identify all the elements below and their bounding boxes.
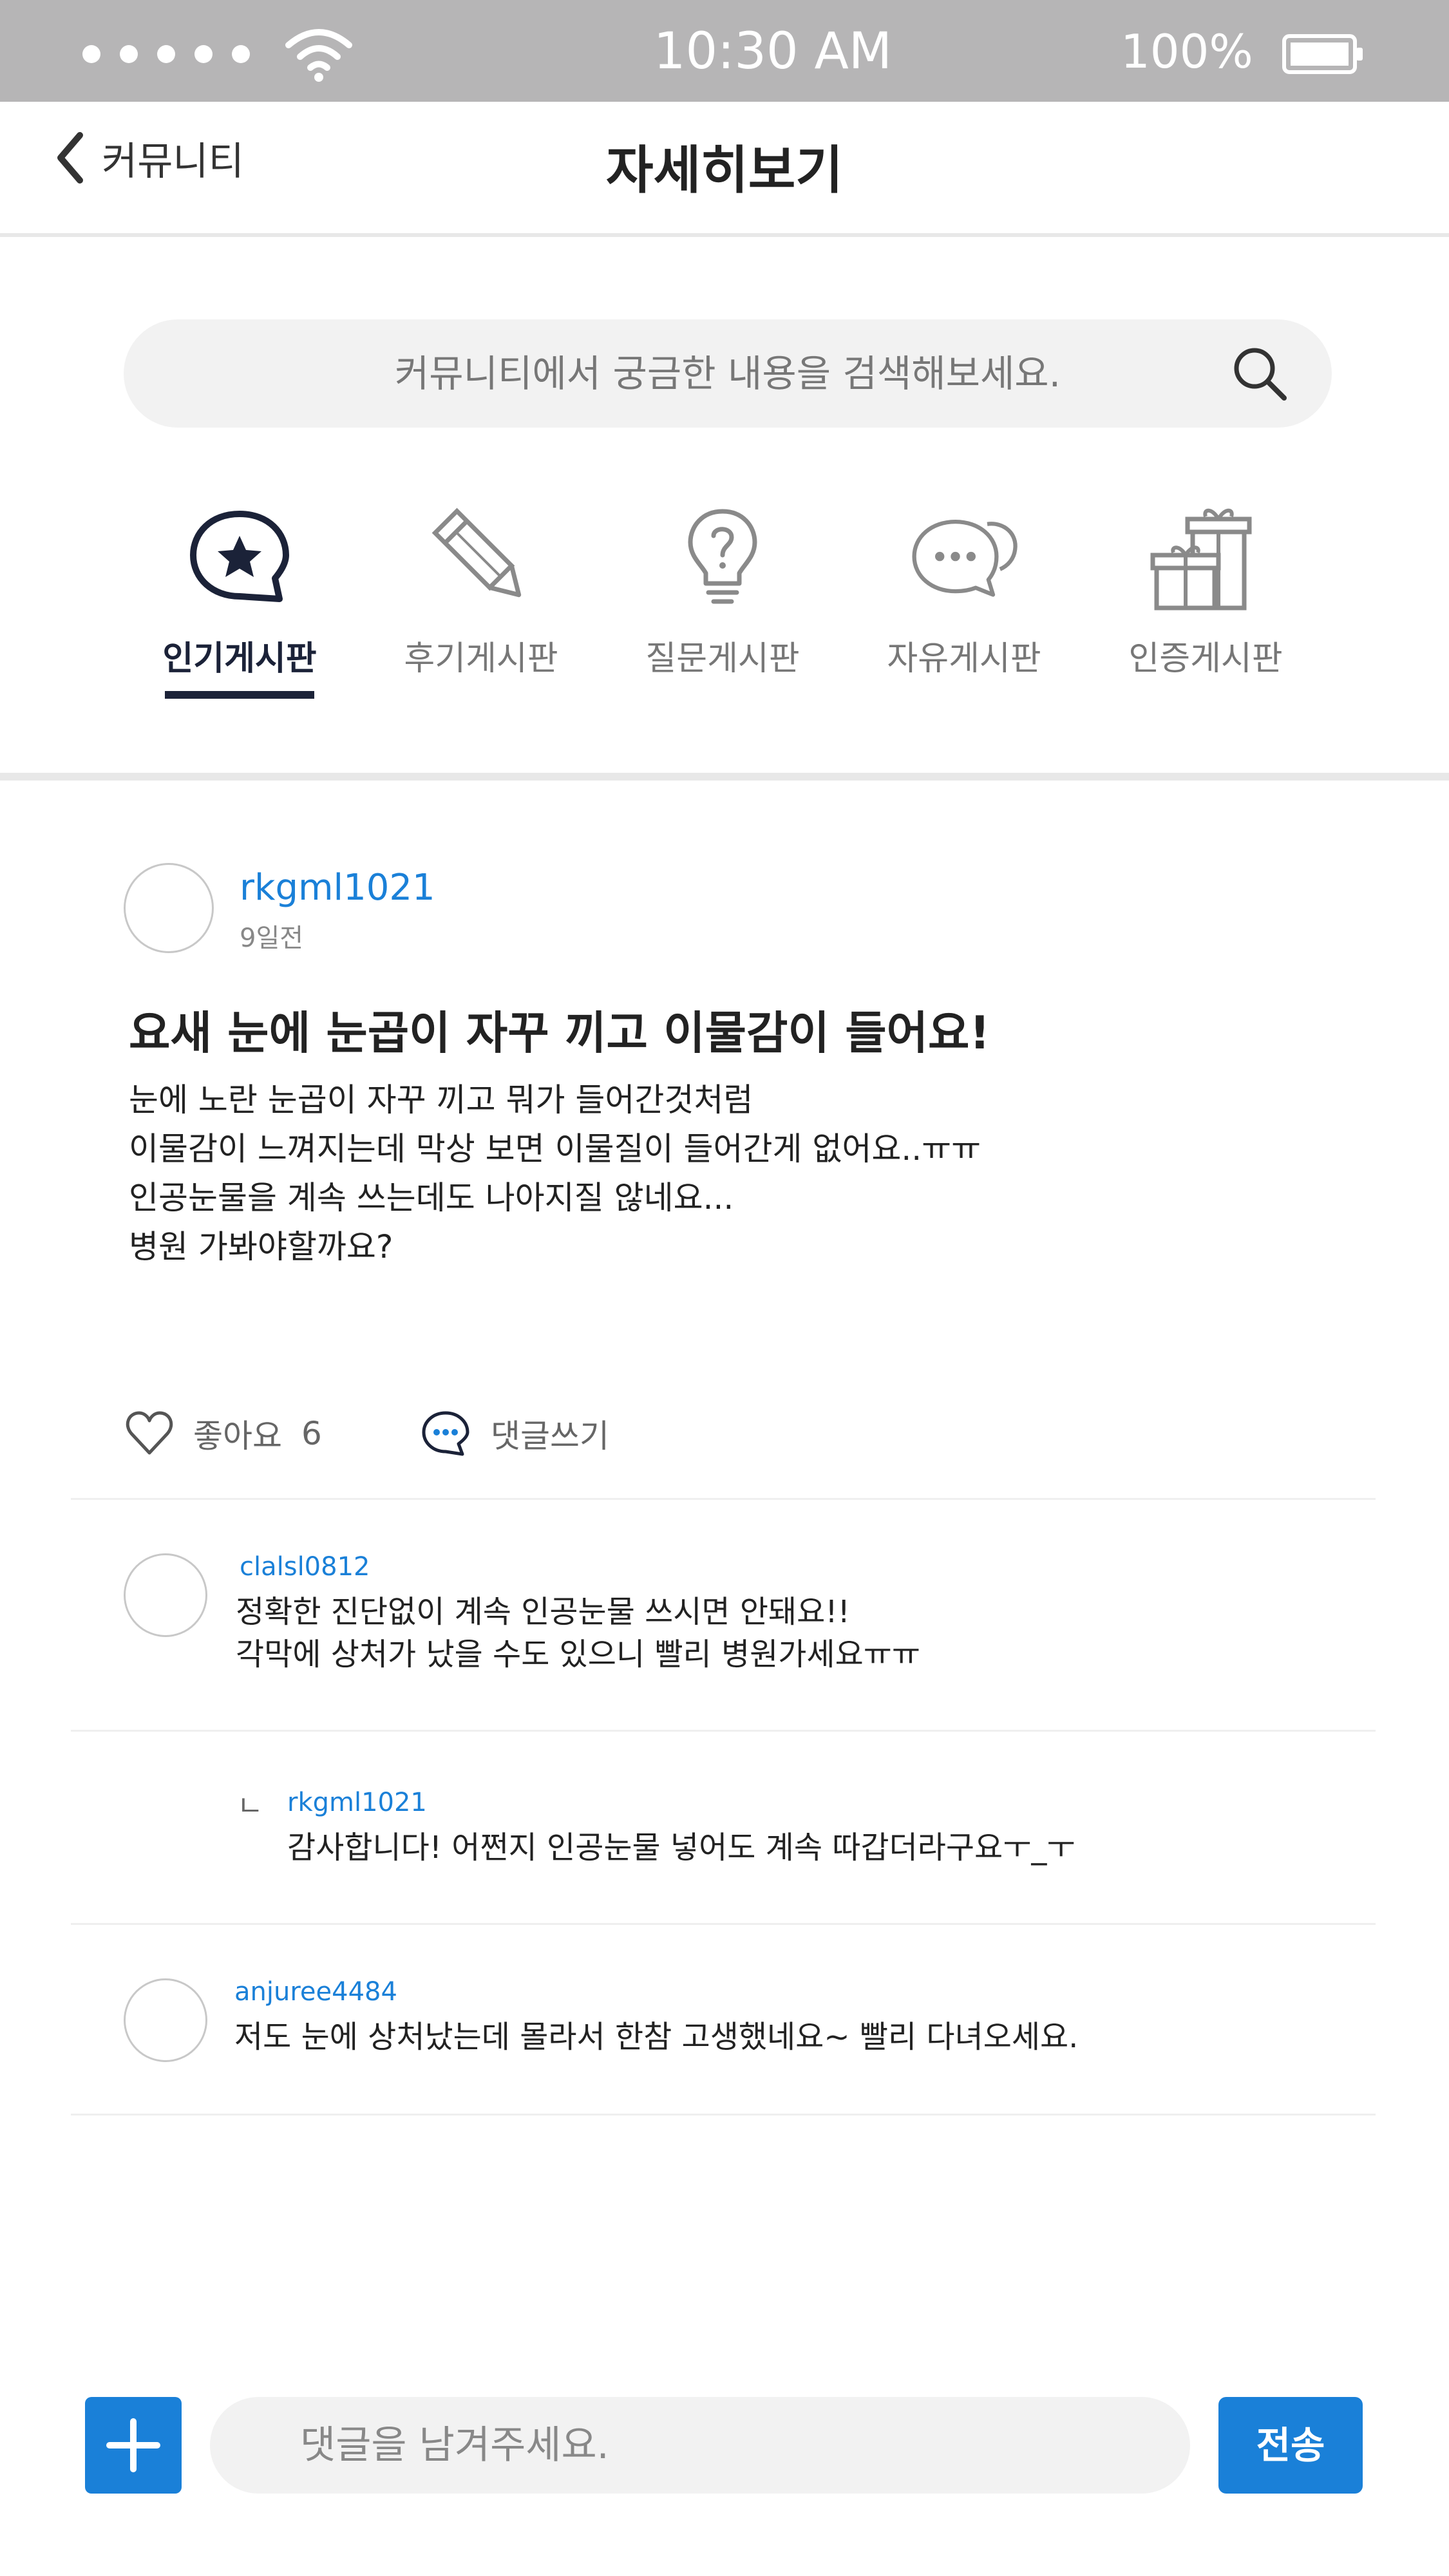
- page-title: 자세히보기: [606, 140, 843, 200]
- lightbulb-question-icon: [688, 509, 757, 604]
- comment-line: 각막에 상처가 났을 수도 있으니 빨리 병원가세요ㅠㅠ: [236, 1636, 921, 1672]
- search-icon[interactable]: [1227, 341, 1292, 406]
- avatar[interactable]: [124, 1978, 207, 2062]
- write-comment-button[interactable]: 댓글쓰기: [420, 1408, 609, 1459]
- search-input[interactable]: 커뮤니티에서 궁금한 내용을 검색해보세요.: [124, 319, 1332, 428]
- post-body-line: 눈에 노란 눈곱이 자꾸 끼고 뭐가 들어간것처럼: [129, 1081, 753, 1119]
- header-divider: [0, 233, 1449, 237]
- tab-label: 자유게시판: [887, 639, 1041, 678]
- avatar[interactable]: [124, 1553, 207, 1637]
- divider: [71, 1730, 1376, 1732]
- gift-icon: [1150, 508, 1252, 611]
- post-body-line: 인공눈물을 계속 쓰는데도 나아지질 않네요...: [129, 1179, 734, 1217]
- add-attachment-button[interactable]: [85, 2397, 182, 2494]
- signal-dots-icon: [82, 45, 250, 63]
- comment-bubble-icon: [422, 1411, 469, 1456]
- comment-text: 정확한 진단없이 계속 인공눈물 쓰시면 안돼요!! 각막에 상처가 났을 수도…: [236, 1591, 920, 1676]
- chat-bubbles-icon: [912, 519, 1018, 597]
- back-button[interactable]: 커뮤니티: [52, 129, 244, 187]
- avatar[interactable]: [124, 863, 214, 953]
- tab-review-board[interactable]: 후기게시판: [384, 502, 578, 708]
- comment-line: 정확한 진단없이 계속 인공눈물 쓰시면 안돼요!!: [236, 1594, 850, 1630]
- pencil-icon: [431, 507, 522, 598]
- tab-label: 인증게시판: [1128, 639, 1283, 678]
- post-body: 눈에 노란 눈곱이 자꾸 끼고 뭐가 들어간것처럼 이물감이 느껴지는데 막상 …: [129, 1075, 981, 1271]
- back-label: 커뮤니티: [102, 138, 244, 184]
- tab-label: 인기게시판: [162, 639, 317, 678]
- post-body-line: 병원 가봐야할까요?: [129, 1228, 393, 1265]
- tab-free-board[interactable]: 자유게시판: [867, 502, 1061, 708]
- active-tab-indicator: [165, 691, 314, 699]
- wifi-icon: [285, 29, 352, 82]
- post-title: 요새 눈에 눈곱이 자꾸 끼고 이물감이 들어요!: [129, 1007, 990, 1059]
- send-button[interactable]: 전송: [1218, 2397, 1363, 2494]
- battery-icon: [1282, 34, 1363, 74]
- battery-percent: 100%: [1121, 24, 1253, 79]
- like-count: 6: [301, 1415, 322, 1452]
- reply-author[interactable]: rkgml1021: [287, 1788, 427, 1817]
- chevron-left-icon: [57, 132, 83, 184]
- divider: [71, 2114, 1376, 2116]
- section-divider: [0, 773, 1449, 781]
- tab-question-board[interactable]: 질문게시판: [626, 502, 819, 708]
- comment-author[interactable]: anjuree4484: [234, 1977, 397, 2007]
- reply-text: 감사합니다! 어쩐지 인공눈물 넣어도 계속 따갑더라구요ㅜ_ㅜ: [287, 1826, 1075, 1869]
- tab-certification-board[interactable]: 인증게시판: [1109, 502, 1302, 708]
- post-author[interactable]: rkgml1021: [240, 867, 435, 909]
- divider: [71, 1923, 1376, 1925]
- tab-label: 질문게시판: [645, 639, 800, 678]
- tab-label: 후기게시판: [404, 639, 558, 678]
- plus-icon: [106, 2418, 160, 2472]
- like-label: 좋아요: [193, 1417, 282, 1455]
- post-time: 9일전: [240, 923, 304, 953]
- tab-popular-board[interactable]: 인기게시판: [143, 502, 336, 708]
- comment-label: 댓글쓰기: [491, 1417, 609, 1455]
- star-bubble-icon: [190, 511, 289, 602]
- comment-line: 감사합니다! 어쩐지 인공눈물 넣어도 계속 따갑더라구요ㅜ_ㅜ: [287, 1830, 1075, 1866]
- divider: [71, 1498, 1376, 1500]
- like-button[interactable]: 좋아요 6: [124, 1408, 322, 1459]
- reply-marker: ㄴ: [237, 1790, 263, 1823]
- post-body-line: 이물감이 느껴지는데 막상 보면 이물질이 들어간게 없어요..ㅠㅠ: [129, 1130, 981, 1168]
- comment-text: 저도 눈에 상처났는데 몰라서 한참 고생했네요~ 빨리 다녀오세요.: [234, 2016, 1078, 2058]
- comment-line: 저도 눈에 상처났는데 몰라서 한참 고생했네요~ 빨리 다녀오세요.: [234, 2019, 1079, 2055]
- comment-input[interactable]: [210, 2397, 1190, 2494]
- heart-icon: [126, 1411, 173, 1455]
- status-time: 10:30 AM: [653, 23, 893, 80]
- comment-author[interactable]: clalsl0812: [240, 1552, 370, 1582]
